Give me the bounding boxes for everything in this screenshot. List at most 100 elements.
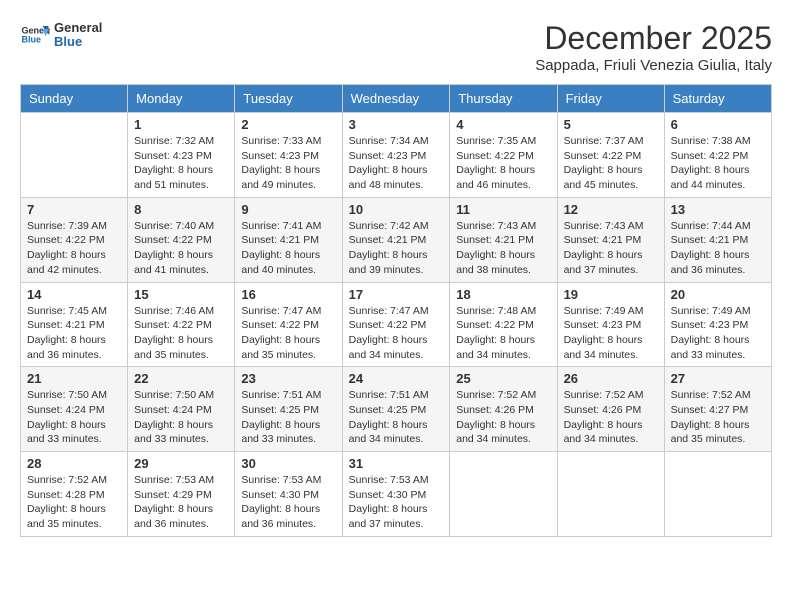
calendar-day-cell: 21 Sunrise: 7:50 AMSunset: 4:24 PMDayligh… xyxy=(21,367,128,452)
calendar-day-cell: 5 Sunrise: 7:37 AMSunset: 4:22 PMDaylight… xyxy=(557,113,664,198)
day-number: 1 xyxy=(134,117,228,132)
calendar-day-cell: 9 Sunrise: 7:41 AMSunset: 4:21 PMDaylight… xyxy=(235,197,342,282)
calendar-week-row: 7 Sunrise: 7:39 AMSunset: 4:22 PMDaylight… xyxy=(21,197,772,282)
day-number: 7 xyxy=(27,202,121,217)
calendar-week-row: 21 Sunrise: 7:50 AMSunset: 4:24 PMDayligh… xyxy=(21,367,772,452)
day-info: Sunrise: 7:51 AMSunset: 4:25 PMDaylight:… xyxy=(241,388,335,447)
calendar-day-cell: 17 Sunrise: 7:47 AMSunset: 4:22 PMDayligh… xyxy=(342,282,450,367)
day-info: Sunrise: 7:53 AMSunset: 4:29 PMDaylight:… xyxy=(134,473,228,532)
day-number: 29 xyxy=(134,456,228,471)
day-of-week-header: Monday xyxy=(128,85,235,113)
calendar-day-cell: 3 Sunrise: 7:34 AMSunset: 4:23 PMDaylight… xyxy=(342,113,450,198)
day-info: Sunrise: 7:52 AMSunset: 4:26 PMDaylight:… xyxy=(564,388,658,447)
calendar-table: SundayMondayTuesdayWednesdayThursdayFrid… xyxy=(20,84,772,537)
calendar-day-cell: 1Sunrise: 7:32 AMSunset: 4:23 PMDaylight… xyxy=(128,113,235,198)
calendar-day-cell: 20Sunrise: 7:49 AMSunset: 4:23 PMDayligh… xyxy=(664,282,771,367)
calendar-header-row: SundayMondayTuesdayWednesdayThursdayFrid… xyxy=(21,85,772,113)
day-info: Sunrise: 7:33 AMSunset: 4:23 PMDaylight:… xyxy=(241,134,335,193)
calendar-day-cell: 7 Sunrise: 7:39 AMSunset: 4:22 PMDaylight… xyxy=(21,197,128,282)
logo: General Blue General Blue xyxy=(20,20,102,50)
day-info: Sunrise: 7:49 AMSunset: 4:23 PMDaylight:… xyxy=(671,304,765,363)
day-info: Sunrise: 7:49 AMSunset: 4:23 PMDaylight:… xyxy=(564,304,658,363)
day-number: 10 xyxy=(349,202,444,217)
day-of-week-header: Wednesday xyxy=(342,85,450,113)
page-header: General Blue General Blue December 2025 … xyxy=(20,20,772,74)
day-number: 15 xyxy=(134,287,228,302)
day-info: Sunrise: 7:42 AMSunset: 4:21 PMDaylight:… xyxy=(349,219,444,278)
day-number: 26 xyxy=(564,371,658,386)
calendar-day-cell: 4 Sunrise: 7:35 AMSunset: 4:22 PMDaylight… xyxy=(450,113,557,198)
day-number: 16 xyxy=(241,287,335,302)
title-block: December 2025 Sappada, Friuli Venezia Gi… xyxy=(535,20,772,74)
day-number: 27 xyxy=(671,371,765,386)
day-info: Sunrise: 7:40 AMSunset: 4:22 PMDaylight:… xyxy=(134,219,228,278)
month-title: December 2025 xyxy=(535,20,772,57)
day-info: Sunrise: 7:53 AMSunset: 4:30 PMDaylight:… xyxy=(241,473,335,532)
calendar-day-cell: 12 Sunrise: 7:43 AMSunset: 4:21 PMDayligh… xyxy=(557,197,664,282)
day-number: 25 xyxy=(456,371,550,386)
calendar-day-cell: 6 Sunrise: 7:38 AMSunset: 4:22 PMDaylight… xyxy=(664,113,771,198)
day-number: 12 xyxy=(564,202,658,217)
day-number: 17 xyxy=(349,287,444,302)
calendar-week-row: 14Sunrise: 7:45 AMSunset: 4:21 PMDayligh… xyxy=(21,282,772,367)
day-info: Sunrise: 7:52 AMSunset: 4:28 PMDaylight:… xyxy=(27,473,121,532)
logo-general-text: General xyxy=(54,21,102,35)
day-number: 19 xyxy=(564,287,658,302)
day-info: Sunrise: 7:38 AMSunset: 4:22 PMDaylight:… xyxy=(671,134,765,193)
day-info: Sunrise: 7:35 AMSunset: 4:22 PMDaylight:… xyxy=(456,134,550,193)
day-number: 18 xyxy=(456,287,550,302)
day-of-week-header: Saturday xyxy=(664,85,771,113)
day-number: 6 xyxy=(671,117,765,132)
day-info: Sunrise: 7:44 AMSunset: 4:21 PMDaylight:… xyxy=(671,219,765,278)
calendar-day-cell: 10 Sunrise: 7:42 AMSunset: 4:21 PMDayligh… xyxy=(342,197,450,282)
calendar-day-cell: 8 Sunrise: 7:40 AMSunset: 4:22 PMDaylight… xyxy=(128,197,235,282)
day-info: Sunrise: 7:39 AMSunset: 4:22 PMDaylight:… xyxy=(27,219,121,278)
day-info: Sunrise: 7:47 AMSunset: 4:22 PMDaylight:… xyxy=(349,304,444,363)
calendar-day-cell xyxy=(557,452,664,537)
calendar-day-cell: 23 Sunrise: 7:51 AMSunset: 4:25 PMDayligh… xyxy=(235,367,342,452)
day-of-week-header: Sunday xyxy=(21,85,128,113)
day-info: Sunrise: 7:37 AMSunset: 4:22 PMDaylight:… xyxy=(564,134,658,193)
day-of-week-header: Friday xyxy=(557,85,664,113)
day-info: Sunrise: 7:50 AMSunset: 4:24 PMDaylight:… xyxy=(27,388,121,447)
calendar-day-cell: 29 Sunrise: 7:53 AMSunset: 4:29 PMDayligh… xyxy=(128,452,235,537)
day-number: 3 xyxy=(349,117,444,132)
calendar-day-cell: 19 Sunrise: 7:49 AMSunset: 4:23 PMDayligh… xyxy=(557,282,664,367)
day-number: 24 xyxy=(349,371,444,386)
calendar-day-cell: 28 Sunrise: 7:52 AMSunset: 4:28 PMDayligh… xyxy=(21,452,128,537)
day-info: Sunrise: 7:46 AMSunset: 4:22 PMDaylight:… xyxy=(134,304,228,363)
day-number: 2 xyxy=(241,117,335,132)
location-title: Sappada, Friuli Venezia Giulia, Italy xyxy=(535,57,772,74)
day-number: 28 xyxy=(27,456,121,471)
calendar-day-cell: 16 Sunrise: 7:47 AMSunset: 4:22 PMDayligh… xyxy=(235,282,342,367)
calendar-day-cell: 25Sunrise: 7:52 AMSunset: 4:26 PMDayligh… xyxy=(450,367,557,452)
calendar-day-cell: 22Sunrise: 7:50 AMSunset: 4:24 PMDayligh… xyxy=(128,367,235,452)
day-info: Sunrise: 7:34 AMSunset: 4:23 PMDaylight:… xyxy=(349,134,444,193)
day-number: 23 xyxy=(241,371,335,386)
day-info: Sunrise: 7:48 AMSunset: 4:22 PMDaylight:… xyxy=(456,304,550,363)
day-info: Sunrise: 7:51 AMSunset: 4:25 PMDaylight:… xyxy=(349,388,444,447)
day-info: Sunrise: 7:53 AMSunset: 4:30 PMDaylight:… xyxy=(349,473,444,532)
day-number: 8 xyxy=(134,202,228,217)
day-info: Sunrise: 7:45 AMSunset: 4:21 PMDaylight:… xyxy=(27,304,121,363)
day-info: Sunrise: 7:52 AMSunset: 4:27 PMDaylight:… xyxy=(671,388,765,447)
day-number: 4 xyxy=(456,117,550,132)
calendar-day-cell: 11Sunrise: 7:43 AMSunset: 4:21 PMDayligh… xyxy=(450,197,557,282)
day-number: 5 xyxy=(564,117,658,132)
day-info: Sunrise: 7:47 AMSunset: 4:22 PMDaylight:… xyxy=(241,304,335,363)
logo-blue-text: Blue xyxy=(54,35,102,49)
svg-text:Blue: Blue xyxy=(22,35,42,45)
day-number: 30 xyxy=(241,456,335,471)
logo-icon: General Blue xyxy=(20,20,50,50)
calendar-day-cell: 2 Sunrise: 7:33 AMSunset: 4:23 PMDaylight… xyxy=(235,113,342,198)
calendar-day-cell: 13 Sunrise: 7:44 AMSunset: 4:21 PMDayligh… xyxy=(664,197,771,282)
day-info: Sunrise: 7:43 AMSunset: 4:21 PMDaylight:… xyxy=(456,219,550,278)
day-number: 21 xyxy=(27,371,121,386)
day-number: 13 xyxy=(671,202,765,217)
calendar-day-cell: 24 Sunrise: 7:51 AMSunset: 4:25 PMDayligh… xyxy=(342,367,450,452)
calendar-day-cell xyxy=(450,452,557,537)
day-info: Sunrise: 7:41 AMSunset: 4:21 PMDaylight:… xyxy=(241,219,335,278)
day-number: 9 xyxy=(241,202,335,217)
day-info: Sunrise: 7:43 AMSunset: 4:21 PMDaylight:… xyxy=(564,219,658,278)
calendar-day-cell: 27 Sunrise: 7:52 AMSunset: 4:27 PMDayligh… xyxy=(664,367,771,452)
